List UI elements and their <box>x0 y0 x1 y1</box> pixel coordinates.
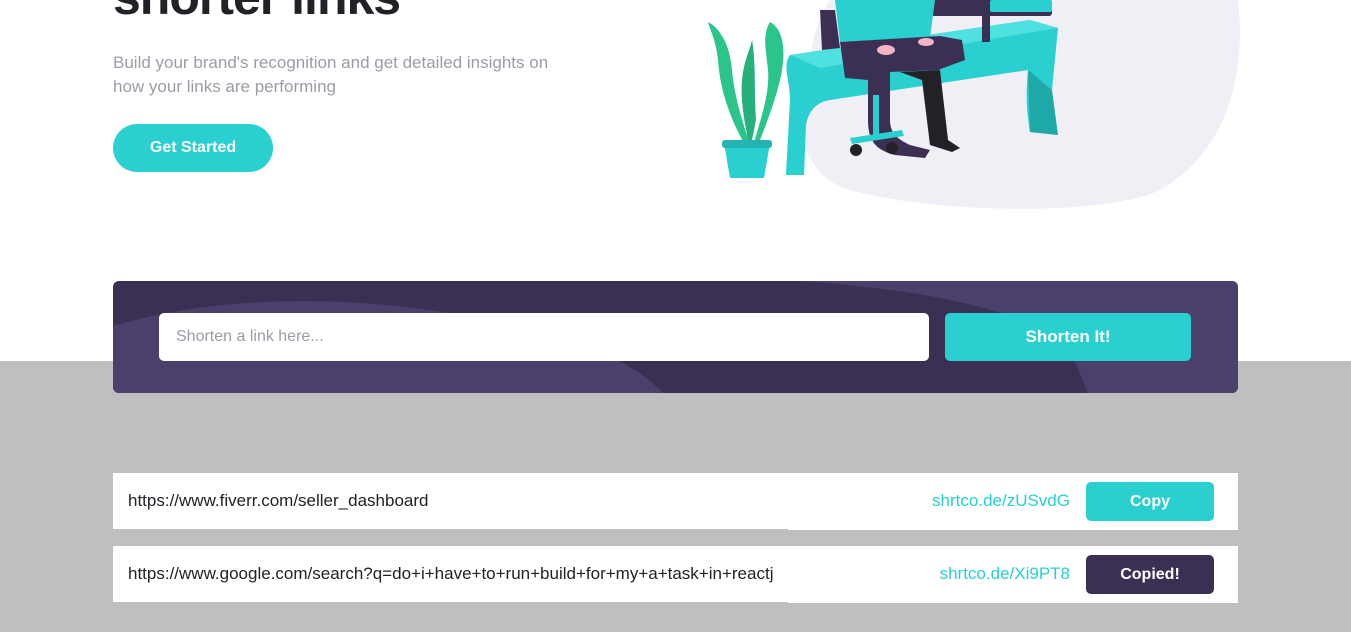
short-url-link[interactable]: shrtco.de/Xi9PT8 <box>940 546 1070 602</box>
short-url-link[interactable]: shrtco.de/zUSvdG <box>932 473 1070 529</box>
page: shorter links Build your brand's recogni… <box>0 0 1351 632</box>
original-url: https://www.fiverr.com/seller_dashboard <box>128 491 429 510</box>
hero-subtitle: Build your brand's recognition and get d… <box>113 53 549 96</box>
hero-title: shorter links <box>113 0 401 27</box>
get-started-button[interactable]: Get Started <box>113 124 273 172</box>
shorten-button[interactable]: Shorten It! <box>945 313 1191 361</box>
shorten-form: Shorten It! <box>113 281 1238 393</box>
working-illustration <box>708 0 1240 209</box>
original-url: https://www.google.com/search?q=do+i+hav… <box>128 564 773 583</box>
copied-button[interactable]: Copied! <box>1086 555 1214 594</box>
result-row: https://www.google.com/search?q=do+i+hav… <box>113 546 1238 603</box>
copy-button[interactable]: Copy <box>1086 482 1214 521</box>
result-row: https://www.fiverr.com/seller_dashboard … <box>113 473 1238 530</box>
shorten-input[interactable] <box>159 313 929 361</box>
